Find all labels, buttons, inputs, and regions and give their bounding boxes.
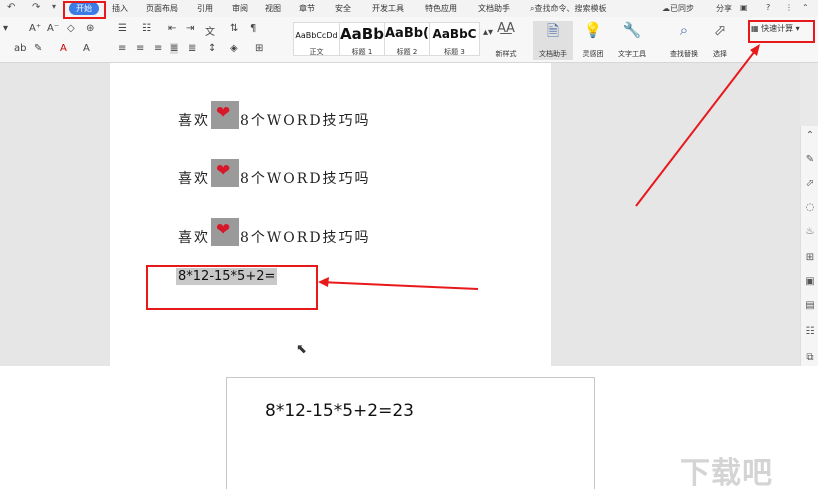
arrow-to-quick-calc: [635, 46, 759, 207]
annotation-arrows: [318, 44, 760, 290]
mouse-pointer-icon: ⬉: [296, 342, 307, 357]
arrow-to-formula: [319, 281, 479, 290]
result-panel: 8*12-15*5+2=23: [226, 377, 595, 489]
watermark: 下载吧: [680, 456, 773, 491]
result-formula: 8*12-15*5+2=23: [265, 401, 414, 421]
wps-writer-window: ↶ ↷ ▾ 开始 插入 页面布局 引用 审阅 视图 章节 安全 开发工具 特色应…: [0, 0, 818, 366]
arrowhead-formula: [318, 277, 329, 287]
